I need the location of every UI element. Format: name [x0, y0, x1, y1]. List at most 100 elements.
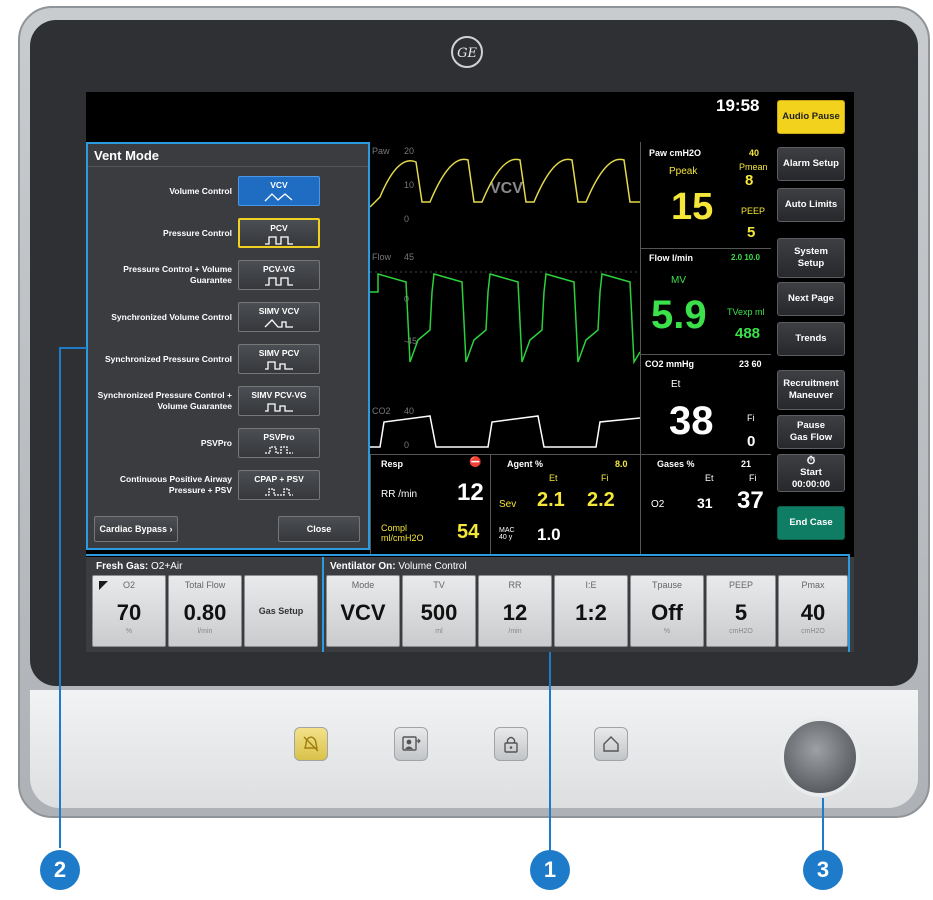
auto-limits-button[interactable]: Auto Limits — [777, 188, 845, 222]
mode-row-simv-pcv-vg: Synchronized Pressure Control + Volume G… — [88, 382, 368, 420]
callout-marker-2: 2 — [40, 850, 80, 890]
mode-button-simv-vcv[interactable]: SIMV VCV — [238, 302, 320, 332]
pmean-value: 8 — [745, 172, 754, 189]
case-timer-button[interactable]: ⏱ Start 00:00:00 — [777, 454, 845, 492]
mode-label: Synchronized Pressure Control — [104, 353, 232, 364]
mode-button-vcv[interactable]: VCV — [238, 176, 320, 206]
cpap-wave-icon — [265, 488, 293, 496]
simv-pressure-wave-icon — [265, 403, 293, 412]
rr-value: 12 — [457, 479, 484, 506]
callout-line-2-tick — [59, 347, 87, 349]
co2-fi-label: Fi — [747, 413, 755, 423]
pause-gas-flow-button[interactable]: Pause Gas Flow — [777, 415, 845, 449]
mode-button-pcv-vg[interactable]: PCV-VG — [238, 260, 320, 290]
cardiac-bypass-button[interactable]: Cardiac Bypass › — [94, 516, 178, 542]
gases-fi-label: Fi — [749, 473, 757, 483]
callout-line-3 — [822, 798, 824, 853]
recruitment-maneuver-button[interactable]: Recruitment Maneuver — [777, 370, 845, 410]
vent-mode-panel: Vent Mode Volume Control VCV Pressure Co… — [86, 142, 370, 550]
end-case-button[interactable]: End Case — [777, 506, 845, 540]
mode-button-cpap-psv[interactable]: CPAP + PSV — [238, 470, 320, 500]
agent-name: Sev — [499, 499, 517, 510]
mode-button-label: PCV — [270, 223, 288, 233]
mode-label: Synchronized Volume Control — [111, 311, 232, 322]
agent-title: Agent % — [507, 459, 543, 469]
resp-panel: Resp ⛔ RR /min 12 Compl ml/cmH2O 54 — [370, 454, 491, 555]
ppeak-value: 15 — [671, 186, 714, 228]
control-knob[interactable] — [780, 717, 860, 797]
agent-fi-label: Fi — [601, 473, 609, 483]
alarm-setup-button[interactable]: Alarm Setup — [777, 147, 845, 181]
mode-row-vcv: Volume Control VCV — [88, 172, 368, 210]
co2-waveform — [370, 415, 640, 448]
mode-label: Synchronized Pressure Control + Volume G… — [97, 390, 232, 411]
co2-limits: 23 60 — [739, 359, 762, 369]
trends-button[interactable]: Trends — [777, 322, 845, 356]
gases-title: Gases % — [657, 459, 695, 469]
tvexp-label: TVexp ml — [727, 307, 765, 317]
compl-value: 54 — [457, 521, 480, 543]
pressure-wave-icon — [265, 277, 293, 286]
system-setup-button[interactable]: System Setup — [777, 238, 845, 278]
co2-tick-0: 0 — [404, 440, 410, 450]
alarm-silence-key[interactable] — [294, 727, 328, 761]
home-key[interactable] — [594, 727, 628, 761]
peep-value: 5 — [747, 224, 756, 241]
mode-button-label: SIMV VCV — [258, 306, 300, 316]
screen-switch-icon — [402, 736, 421, 751]
flow-waveform — [370, 273, 640, 365]
audio-pause-button[interactable]: Audio Pause — [777, 100, 845, 134]
callout-marker-1: 1 — [530, 850, 570, 890]
co2-tick-40: 40 — [404, 406, 415, 416]
lock-icon — [504, 736, 518, 753]
gases-et-value: 31 — [697, 495, 713, 511]
cardiac-bypass-label: Cardiac Bypass — [99, 524, 168, 534]
co2-et-label: Et — [671, 379, 681, 390]
mode-row-psvpro: PSVPro PSVPro — [88, 424, 368, 462]
screen-switch-key[interactable] — [394, 727, 428, 761]
mode-row-pcv: Pressure Control PCV — [88, 214, 368, 252]
brand-logo: GE — [451, 36, 483, 68]
paw-limit: 40 — [749, 148, 760, 158]
next-page-button[interactable]: Next Page — [777, 282, 845, 316]
timer-value: 00:00:00 — [791, 479, 831, 490]
flow-limits: 2.0 10.0 — [731, 253, 760, 262]
mode-label: Continuous Positive Airway Pressure + PS… — [119, 474, 232, 495]
flow-panel-title: Flow l/min — [649, 253, 693, 263]
lock-key[interactable] — [494, 727, 528, 761]
mv-label: MV — [671, 275, 686, 286]
mode-row-simv-pcv: Synchronized Pressure Control SIMV PCV — [88, 340, 368, 378]
callout-marker-3: 3 — [803, 850, 843, 890]
gases-name: O2 — [651, 499, 665, 510]
paw-waveform — [370, 158, 640, 208]
alarm-silence-icon — [303, 736, 319, 752]
agent-limit: 8.0 — [615, 459, 628, 469]
callout-line-2 — [59, 348, 61, 848]
flow-wave-label: Flow — [372, 252, 392, 262]
paw-panel: Paw cmH2O 40 Ppeak 15 Pmean 8 PEEP 5 — [640, 142, 771, 248]
resp-alarm-icon: ⛔ — [469, 457, 482, 468]
paw-panel-title: Paw cmH2O — [649, 148, 702, 158]
mode-button-simv-pcv-vg[interactable]: SIMV PCV-VG — [238, 386, 320, 416]
mode-button-simv-pcv[interactable]: SIMV PCV — [238, 344, 320, 374]
mode-label: PSVPro — [200, 437, 232, 448]
vent-mode-title: Vent Mode — [94, 148, 160, 163]
mode-button-pcv[interactable]: PCV — [238, 218, 320, 248]
gases-fi-value: 37 — [737, 487, 764, 514]
psv-wave-icon — [265, 446, 293, 454]
tvexp-value: 488 — [735, 325, 761, 342]
settings-bar-highlight — [86, 554, 850, 652]
mode-button-label: VCV — [270, 180, 288, 190]
gases-panel: Gases % 21 Et Fi O2 31 37 — [640, 454, 771, 555]
timer-label: Start — [800, 467, 822, 478]
mode-label: Pressure Control — [163, 227, 232, 238]
pressure-wave-icon — [265, 236, 293, 245]
mode-row-cpap-psv: Continuous Positive Airway Pressure + PS… — [88, 466, 368, 504]
flow-tick-0: 0 — [404, 294, 410, 304]
rr-label: RR /min — [381, 489, 418, 500]
flow-tick-45: 45 — [404, 252, 415, 262]
mode-button-psvpro[interactable]: PSVPro — [238, 428, 320, 458]
close-button[interactable]: Close — [278, 516, 360, 542]
gases-et-label: Et — [705, 473, 714, 483]
co2-panel: CO2 mmHg 23 60 Et 38 Fi 0 — [640, 354, 771, 455]
